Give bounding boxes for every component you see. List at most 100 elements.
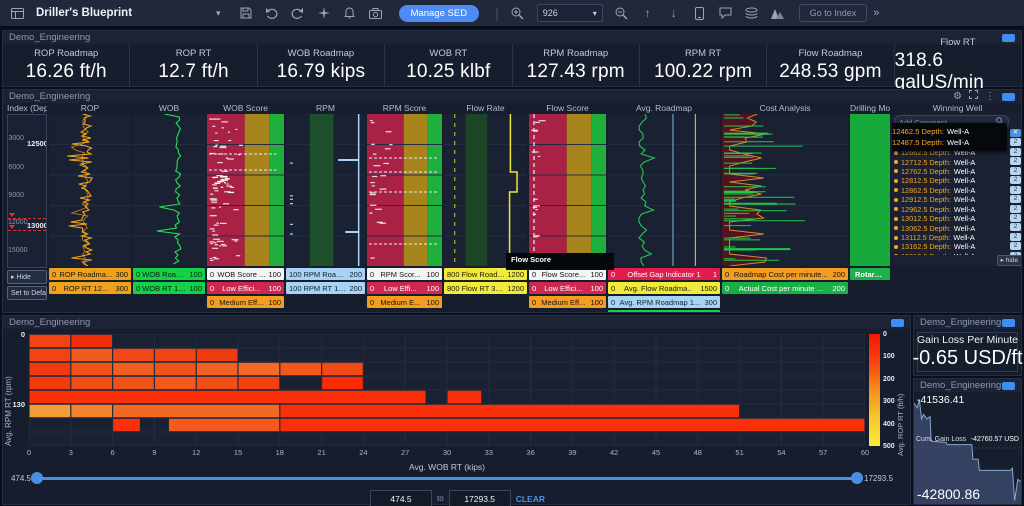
range-to-input[interactable] — [449, 490, 511, 506]
count-badge[interactable]: 2 — [1010, 157, 1021, 165]
legend-chip[interactable]: 0Avg. Flow Roadma..1500 — [608, 282, 720, 294]
hide-list-button[interactable]: ▸ hide — [997, 255, 1022, 266]
list-item[interactable]: 13162.5 Depth:Well-A — [894, 242, 1009, 251]
clear-range-button[interactable]: CLEAR — [516, 494, 545, 504]
undo-icon[interactable] — [259, 3, 285, 23]
legend-chip[interactable]: 0ROP Roadma...300 — [49, 268, 131, 280]
manage-sed-button[interactable]: Manage SED — [399, 5, 480, 22]
zoom-out-icon[interactable] — [609, 3, 635, 23]
slider-handle-left[interactable] — [31, 472, 43, 484]
legend-chip[interactable]: 800Flow RT 31...1200 — [444, 282, 527, 294]
sparkle-icon[interactable] — [311, 3, 337, 23]
app-window-icon[interactable] — [4, 3, 30, 23]
legend-chip[interactable]: 0Actual Cost per minute ...200 — [722, 282, 848, 294]
slider-handle-right[interactable] — [851, 472, 863, 484]
legend-chip[interactable]: 0Medium E...100 — [367, 296, 442, 308]
legend-chip[interactable]: 0Medium Eff...100 — [529, 296, 606, 308]
legend-label: ROP RT 12... — [58, 284, 113, 293]
redo-icon[interactable] — [285, 3, 311, 23]
count-badge[interactable]: 2 — [1010, 214, 1021, 222]
panel-collapse-icon[interactable] — [1002, 34, 1015, 42]
list-item[interactable]: 12812.5 Depth:Well-A — [894, 176, 1009, 185]
list-item[interactable]: 13212.5 Depth:Well-A — [894, 252, 1009, 255]
double-chevron-right-icon[interactable]: » — [873, 7, 879, 19]
legend-chip[interactable]: 100RPM RT 100.2...200 — [286, 282, 365, 294]
track-header-cost[interactable]: Cost Analysis — [722, 103, 848, 114]
camera-icon[interactable] — [363, 3, 389, 23]
count-badge[interactable]: 2 — [1010, 242, 1021, 250]
close-icon[interactable]: ✕ — [1010, 129, 1021, 137]
track-header-flow_score[interactable]: Flow Score — [529, 103, 606, 114]
legend-chip[interactable]: 0Roadmap Cost per minute...200 — [722, 268, 848, 280]
count-badge[interactable]: 2 — [1010, 148, 1021, 156]
title-dropdown-caret-icon[interactable]: ▾ — [216, 8, 221, 19]
comment-icon[interactable] — [713, 3, 739, 23]
depth-range-slider[interactable] — [35, 477, 859, 480]
track-header-rpm_score[interactable]: RPM Score — [367, 103, 442, 114]
list-item[interactable]: 12862.5 Depth:Well-A — [894, 186, 1009, 195]
arrow-down-icon[interactable]: ↓ — [661, 3, 687, 23]
layers-icon[interactable] — [739, 3, 765, 23]
panel-collapse-icon[interactable] — [1002, 93, 1015, 101]
legend-chip[interactable]: 0Low Effi...100 — [367, 282, 442, 294]
set-to-default-button[interactable]: Set to Default... — [7, 286, 47, 300]
heatmap-x-tick: 15 — [228, 448, 248, 457]
count-badge[interactable]: 2 — [1010, 223, 1021, 231]
list-item[interactable]: 12712.5 Depth:Well-A — [894, 157, 1009, 166]
gear-icon[interactable]: ⚙ — [953, 90, 962, 103]
count-badge[interactable]: 2 — [1010, 186, 1021, 194]
list-item[interactable]: 12962.5 Depth:Well-A — [894, 205, 1009, 214]
list-item[interactable]: 13062.5 Depth:Well-A — [894, 223, 1009, 232]
track-header-index[interactable]: Index (Depth) — [7, 103, 47, 114]
legend-chip[interactable]: 0Low Effici...100 — [529, 282, 606, 294]
count-badge[interactable]: 2 — [1010, 233, 1021, 241]
list-item[interactable]: 12762.5 Depth:Well-A — [894, 167, 1009, 176]
list-item[interactable]: 13112.5 Depth:Well-A — [894, 233, 1009, 242]
legend-max: 100 — [268, 284, 281, 293]
go-to-index-button[interactable]: Go to Index — [799, 4, 868, 22]
heatmap-x-tick: 18 — [270, 448, 290, 457]
legend-chip[interactable]: 100RPM Roadmap ...200 — [286, 268, 365, 280]
device-icon[interactable] — [687, 3, 713, 23]
track-header-mode[interactable]: Drilling Mo... — [850, 103, 890, 114]
fullscreen-icon[interactable] — [969, 90, 978, 103]
count-badge[interactable]: 2 — [1010, 138, 1021, 146]
kebab-icon[interactable]: ⋮ — [985, 90, 995, 103]
legend-chip[interactable]: 0WOB Score ...100 — [207, 268, 284, 280]
count-badge[interactable]: 2 — [1010, 205, 1021, 213]
legend-chip[interactable]: Rotary Mode — [850, 268, 890, 280]
count-badge[interactable]: 2 — [1010, 195, 1021, 203]
zoom-level-select[interactable]: 926 ▾ — [537, 4, 603, 22]
heatmap-x-tick: 21 — [312, 448, 332, 457]
legend-chip[interactable]: 0Avg. RPM Roadmap 1...300 — [608, 296, 720, 308]
legend-chip[interactable]: 0Low Effici...100 — [207, 282, 284, 294]
legend-chip[interactable]: 0ROP RT 12...300 — [49, 282, 131, 294]
legend-chip[interactable]: 0Offset Gap Indicator 11 — [608, 268, 720, 280]
track-header-avg_roadmap[interactable]: Avg. Roadmap — [608, 103, 720, 114]
track-header-winning[interactable]: Winning Well — [892, 103, 1022, 114]
panel-collapse-icon[interactable] — [1002, 382, 1015, 390]
list-item[interactable]: 13012.5 Depth:Well-A — [894, 214, 1009, 223]
hide-tracks-button[interactable]: ▸ Hide — [7, 270, 47, 284]
legend-chip[interactable]: 0Avg. WOB Roadmap 1...100 — [608, 310, 720, 313]
track-header-rpm[interactable]: RPM — [286, 103, 365, 114]
range-from-input[interactable] — [370, 490, 432, 506]
track-header-rop[interactable]: ROP — [49, 103, 131, 114]
track-header-flow[interactable]: Flow Rate — [444, 103, 527, 114]
legend-chip[interactable]: 0WOB RT 10...100 — [133, 282, 205, 294]
panel-collapse-icon[interactable] — [891, 319, 904, 327]
arrow-up-icon[interactable]: ↑ — [635, 3, 661, 23]
track-header-wob_score[interactable]: WOB Score — [207, 103, 284, 114]
zoom-in-icon[interactable] — [505, 3, 531, 23]
count-badge[interactable]: 2 — [1010, 167, 1021, 175]
save-icon[interactable] — [233, 3, 259, 23]
legend-chip[interactable]: 0RPM Scor...100 — [367, 268, 442, 280]
panel-collapse-icon[interactable] — [1002, 319, 1015, 327]
track-header-wob[interactable]: WOB — [133, 103, 205, 114]
legend-chip[interactable]: 0WOB Roadma..100 — [133, 268, 205, 280]
list-item[interactable]: 12912.5 Depth:Well-A — [894, 195, 1009, 204]
count-badge[interactable]: 2 — [1010, 176, 1021, 184]
legend-chip[interactable]: 0Medium Eff...100 — [207, 296, 284, 308]
mountain-icon[interactable] — [765, 3, 791, 23]
bell-icon[interactable] — [337, 3, 363, 23]
